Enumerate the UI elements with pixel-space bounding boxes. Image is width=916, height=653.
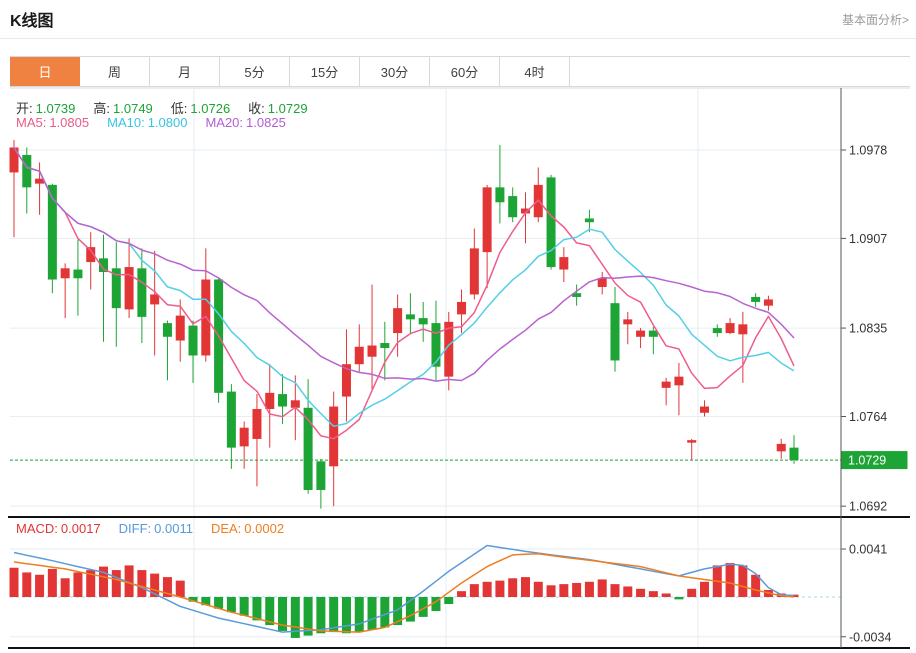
legend-label: 收: (248, 101, 265, 116)
legend-label: 低: (170, 101, 188, 116)
current-price-badge-text: 1.0729 (848, 454, 886, 468)
ohlc-legend-high: 高: 1.0749 (93, 101, 152, 116)
macd-legend-macd: MACD: 0.0017 (16, 521, 101, 536)
macd-legend-diff: DIFF: 0.0011 (119, 521, 193, 536)
legend-value: 1.0825 (246, 115, 286, 130)
ma-legend: MA5: 1.0805 MA10: 1.0800 MA20: 1.0825 (16, 115, 304, 130)
legend-value: 1.0726 (190, 101, 231, 116)
price-axis-label: 1.0764 (849, 410, 887, 424)
legend-value: 1.0729 (267, 101, 308, 116)
macd-axis-label: -0.0034 (849, 630, 891, 644)
ohlc-legend-open: 开: 1.0739 (16, 101, 75, 116)
legend-label: MA10: (107, 115, 145, 130)
ma-legend-ma20: MA20: 1.0825 (205, 115, 285, 130)
legend-value: 0.0002 (244, 521, 285, 536)
legend-value: 1.0800 (147, 115, 188, 130)
ohlc-legend-close: 收: 1.0729 (248, 101, 307, 116)
legend-value: 0.0011 (154, 521, 193, 536)
chart-plot-area[interactable] (10, 88, 841, 648)
price-axis-label: 1.0978 (849, 144, 887, 158)
macd-legend-dea: DEA: 0.0002 (211, 521, 284, 536)
legend-value: 1.0749 (113, 101, 153, 116)
legend-value: 0.0017 (60, 521, 101, 536)
price-axis-label: 1.0907 (849, 232, 887, 246)
legend-value: 1.0805 (49, 115, 90, 130)
legend-label: MA5: (16, 115, 47, 130)
ohlc-legend-low: 低: 1.0726 (171, 101, 230, 116)
legend-label: 开: (16, 101, 33, 116)
ma-legend-ma10: MA10: 1.0800 (107, 115, 187, 130)
legend-label: MA20: (205, 115, 244, 130)
macd-axis-label: 0.0041 (849, 543, 887, 557)
legend-label: DIFF: (118, 521, 152, 536)
macd-legend: MACD: 0.0017 DIFF: 0.0011 DEA: 0.0002 (16, 521, 302, 536)
legend-label: MACD: (16, 521, 58, 536)
ma-legend-ma5: MA5: 1.0805 (16, 115, 89, 130)
legend-value: 1.0739 (35, 101, 76, 116)
legend-label: DEA: (210, 521, 242, 536)
legend-label: 高: (93, 101, 111, 116)
price-axis-label: 1.0835 (849, 322, 887, 336)
price-axis-label: 1.0692 (849, 500, 887, 514)
